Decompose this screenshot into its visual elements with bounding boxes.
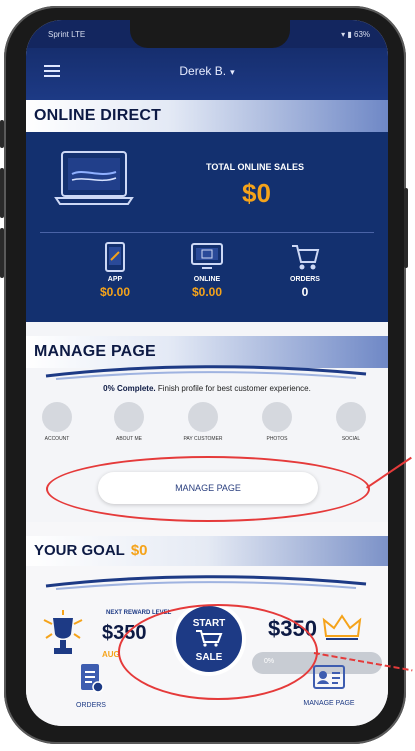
monitor-icon — [191, 243, 223, 269]
stat-app[interactable]: APP $0.00 — [80, 242, 150, 299]
total-online-sales-label: TOTAL ONLINE SALES — [206, 162, 305, 172]
shopping-cart-icon — [292, 245, 320, 270]
online-direct-panel: TOTAL ONLINE SALES $0 APP $0.00 ONLINE $… — [26, 132, 388, 322]
profile-step-account[interactable]: ACCOUNT — [32, 402, 82, 442]
profile-step-about-me[interactable]: ABOUT ME — [104, 402, 154, 442]
user-switcher[interactable]: Derek B. ▾ — [26, 64, 388, 78]
profile-step-photos[interactable]: PHOTOS — [252, 402, 302, 442]
stat-online[interactable]: ONLINE $0.00 — [172, 242, 242, 299]
laptop-icon — [54, 151, 134, 205]
panel-divider — [40, 232, 374, 233]
swoosh-decoration — [45, 575, 367, 590]
stat-orders[interactable]: ORDERS 0 — [270, 242, 340, 299]
profile-card-icon — [313, 665, 345, 689]
step-circle — [336, 402, 366, 432]
annotation-circle-manage-button — [46, 456, 370, 522]
app-header: Derek B. ▾ — [26, 48, 388, 100]
tab-orders-label: ORDERS — [76, 702, 106, 709]
step-label: ABOUT ME — [115, 436, 143, 442]
phone-power-button — [404, 188, 408, 268]
trophy-icon — [43, 610, 83, 654]
user-name: Derek B. — [179, 64, 227, 78]
step-circle — [188, 402, 218, 432]
completion-hint: Finish profile for best customer experie… — [155, 384, 311, 393]
profile-step-social[interactable]: SOCIAL — [326, 402, 376, 442]
step-circle — [262, 402, 292, 432]
stat-orders-value: 0 — [301, 285, 309, 299]
stat-app-label: APP — [107, 276, 123, 283]
stat-orders-label: ORDERS — [290, 276, 320, 283]
profile-step-pay[interactable]: PAY CUSTOMER — [178, 402, 228, 442]
step-label: PHOTOS — [266, 436, 288, 442]
your-goal-title: YOUR GOAL $0 — [26, 536, 388, 566]
profile-completion-text: 0% Complete. Finish profile for best cus… — [36, 384, 378, 393]
stat-app-value: $0.00 — [99, 285, 131, 299]
goal-title-text: YOUR GOAL — [34, 542, 125, 559]
chevron-down-icon: ▾ — [230, 67, 235, 77]
total-online-sales-value: $0 — [242, 178, 271, 208]
tab-manage-page-label: MANAGE PAGE — [303, 700, 355, 707]
phone-volume-down — [0, 228, 4, 278]
carrier-text: Sprint LTE — [48, 30, 86, 39]
status-icons: ▾ ▮ 63% — [341, 30, 370, 39]
completion-percent: 0% Complete. — [103, 384, 156, 393]
swoosh-decoration — [45, 365, 367, 380]
step-circle — [114, 402, 144, 432]
step-circle — [42, 402, 72, 432]
goal-title-amount: $0 — [130, 542, 148, 559]
phone-volume-up — [0, 168, 4, 218]
tab-orders[interactable]: ORDERS — [56, 662, 126, 709]
orders-document-icon — [81, 664, 104, 693]
annotation-circle-start-sale — [118, 604, 318, 700]
tablet-icon — [105, 242, 125, 272]
step-label: PAY CUSTOMER — [183, 436, 223, 442]
stat-online-label: ONLINE — [193, 276, 221, 283]
phone-mute-switch — [0, 120, 4, 148]
step-label: SOCIAL — [341, 436, 361, 442]
notch — [130, 20, 290, 48]
online-direct-title: ONLINE DIRECT — [26, 100, 388, 132]
step-label: ACCOUNT — [44, 436, 70, 442]
crown-icon — [322, 614, 362, 640]
stat-online-value: $0.00 — [191, 285, 223, 299]
